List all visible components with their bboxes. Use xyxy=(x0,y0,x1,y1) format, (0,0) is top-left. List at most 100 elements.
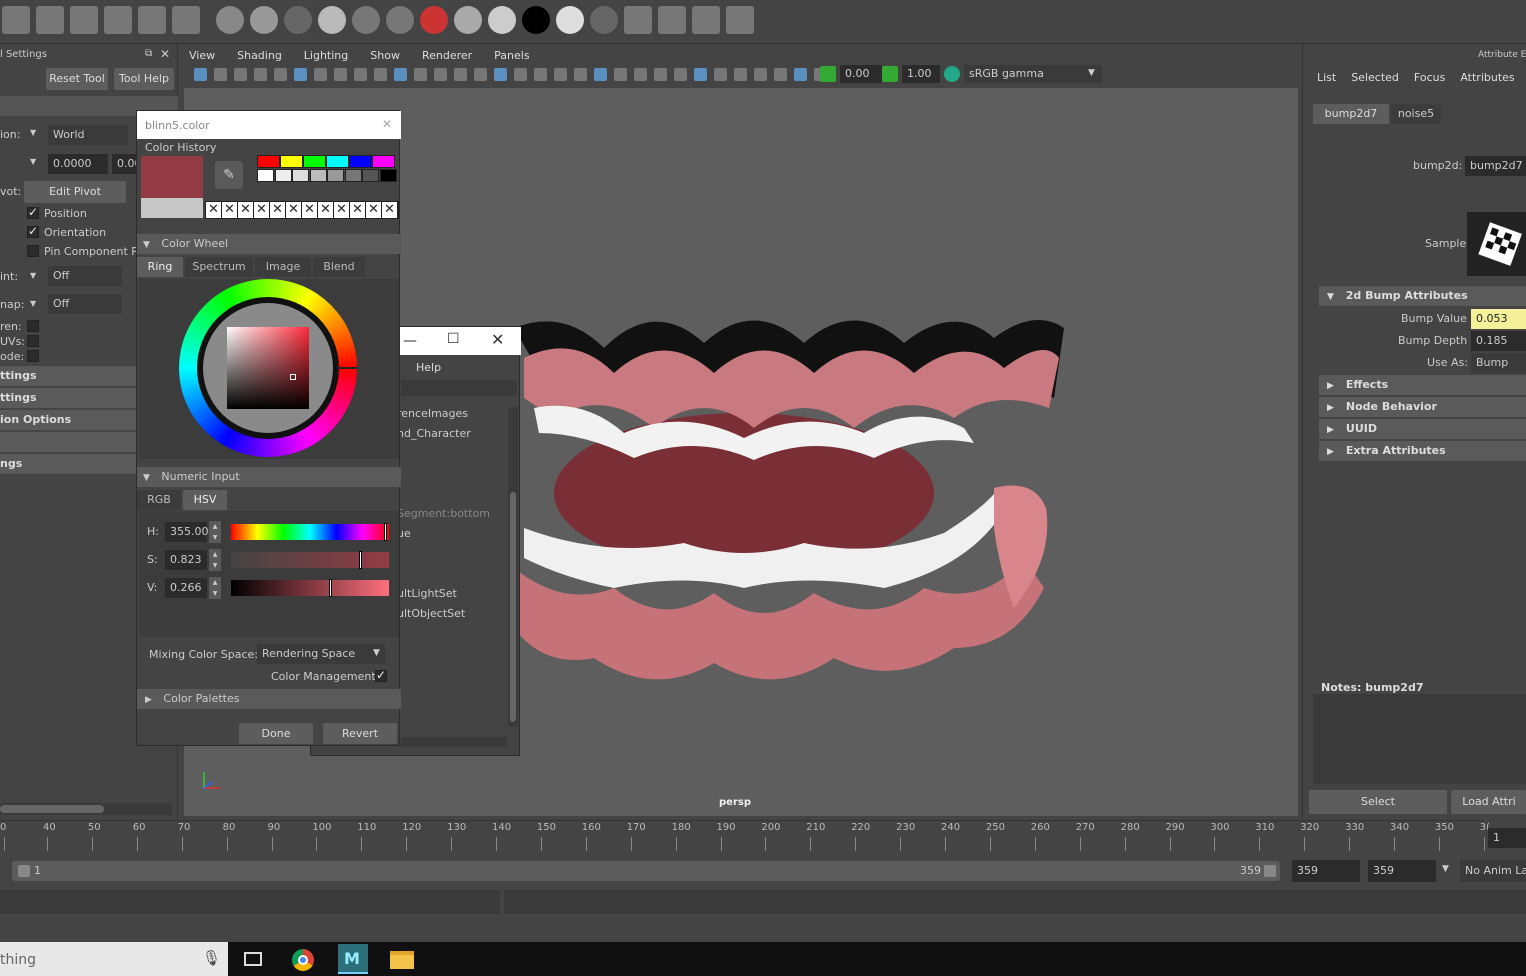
render-icon[interactable] xyxy=(658,6,686,34)
empty-slot-icon[interactable]: ✕ xyxy=(382,202,398,218)
color-space-select[interactable]: sRGB gamma xyxy=(964,65,1102,83)
rotate-icon[interactable] xyxy=(138,6,166,34)
tab-blend[interactable]: Blend xyxy=(313,257,365,277)
tab-hsv[interactable]: HSV xyxy=(183,490,227,510)
viewport-tool-icon[interactable] xyxy=(214,68,227,81)
chrome-icon[interactable] xyxy=(292,949,314,971)
outliner-item[interactable]: Segment:bottom xyxy=(397,507,490,520)
empty-slot-icon[interactable]: ✕ xyxy=(222,202,238,218)
section-effects[interactable]: ▶ Effects xyxy=(1319,375,1526,395)
int-select[interactable]: Off xyxy=(48,266,122,286)
viewport-tool-icon[interactable] xyxy=(734,68,747,81)
sv-square[interactable] xyxy=(227,327,309,409)
select-button[interactable]: Select xyxy=(1309,790,1447,814)
viewport-tool-icon[interactable] xyxy=(794,68,807,81)
numeric-input-header[interactable]: ▼ Numeric Input xyxy=(137,467,401,487)
outliner-search[interactable] xyxy=(401,380,517,396)
spinner-icon[interactable]: ▲ ▼ xyxy=(209,521,221,543)
tool-help-button[interactable]: Tool Help xyxy=(114,68,174,90)
attr-menu-item[interactable]: Attributes xyxy=(1460,71,1514,84)
notes-field[interactable] xyxy=(1313,694,1526,784)
settings-section-2[interactable]: ttings xyxy=(0,388,136,408)
scale-icon[interactable] xyxy=(172,6,200,34)
pin-component-checkbox[interactable] xyxy=(27,245,39,257)
spinner-icon[interactable]: ▲ ▼ xyxy=(209,577,221,599)
history-swatch[interactable] xyxy=(274,169,292,182)
menu-panels[interactable]: Panels xyxy=(494,49,529,62)
empty-history-slots[interactable]: ✕ ✕ ✕ ✕ ✕ ✕ ✕ ✕ ✕ ✕ ✕ ✕ xyxy=(205,201,399,219)
exposure-icon[interactable] xyxy=(820,66,836,82)
viewport-tool-icon[interactable] xyxy=(414,68,427,81)
attr-menu-item[interactable]: Selected xyxy=(1351,71,1399,84)
orientation-select[interactable]: World xyxy=(48,125,128,145)
material-ball-icon[interactable] xyxy=(420,6,448,34)
viewport-tool-icon[interactable] xyxy=(254,68,267,81)
tab-ring[interactable]: Ring xyxy=(137,257,183,277)
viewport-tool-icon[interactable] xyxy=(474,68,487,81)
range-handle-left[interactable] xyxy=(18,865,30,877)
edit-pivot-button[interactable]: Edit Pivot xyxy=(24,181,126,203)
texture-icon[interactable] xyxy=(454,6,482,34)
color-history-swatches[interactable] xyxy=(257,155,397,183)
history-swatch[interactable] xyxy=(326,155,349,168)
outliner-item[interactable]: renceImages xyxy=(397,407,468,420)
bump-depth-field[interactable]: 0.185 xyxy=(1471,331,1526,351)
viewport-tool-icon[interactable] xyxy=(314,68,327,81)
s-slider-handle[interactable] xyxy=(358,551,362,569)
select-tool-icon[interactable] xyxy=(2,6,30,34)
viewport-tool-icon[interactable] xyxy=(574,68,587,81)
mixing-select[interactable]: Rendering Space xyxy=(257,644,385,664)
section-extra-attributes[interactable]: ▶ Extra Attributes xyxy=(1319,441,1526,461)
paint-select-icon[interactable] xyxy=(70,6,98,34)
cylinder-icon[interactable] xyxy=(284,6,312,34)
float-icon[interactable]: ⧉ xyxy=(145,48,152,59)
microphone-icon[interactable]: 🎙 xyxy=(202,949,221,967)
command-line[interactable] xyxy=(0,890,500,914)
viewport-tool-icon[interactable] xyxy=(234,68,247,81)
anim-layer-select[interactable]: No Anim Lay xyxy=(1460,860,1526,882)
color-management-icon[interactable] xyxy=(944,66,960,82)
position-checkbox[interactable] xyxy=(27,205,39,219)
menu-show[interactable]: Show xyxy=(370,49,400,62)
h-slider[interactable] xyxy=(231,524,389,540)
outliner-help-menu[interactable]: Help xyxy=(416,361,441,374)
dropdown-arrow-icon[interactable]: ▼ xyxy=(1442,864,1449,874)
section-uuid[interactable]: ▶ UUID xyxy=(1319,419,1526,439)
move-icon[interactable] xyxy=(104,6,132,34)
hypershade-icon[interactable] xyxy=(624,6,652,34)
snap-select[interactable]: Off xyxy=(48,294,122,314)
torus-icon[interactable] xyxy=(352,6,380,34)
viewport-tool-icon[interactable] xyxy=(654,68,667,81)
reset-tool-button[interactable]: Reset Tool xyxy=(46,68,108,90)
viewport-tool-icon[interactable] xyxy=(774,68,787,81)
viewport-tool-icon[interactable] xyxy=(714,68,727,81)
vertical-scrollbar[interactable] xyxy=(508,407,518,727)
viewport-tool-icon[interactable] xyxy=(334,68,347,81)
empty-slot-icon[interactable]: ✕ xyxy=(302,202,318,218)
exposure-field[interactable]: 0.00 xyxy=(840,65,882,83)
black-sphere-icon[interactable] xyxy=(522,6,550,34)
task-view-icon[interactable] xyxy=(244,952,262,966)
timeline[interactable]: 0 40 50 60 70 80 90 100 110 120 130 140 150 160 170 180… xyxy=(0,820,1490,852)
grey-sphere-icon[interactable] xyxy=(556,6,584,34)
empty-slot-icon[interactable]: ✕ xyxy=(366,202,382,218)
viewport-tool-icon[interactable] xyxy=(434,68,447,81)
outliner-item[interactable]: ultObjectSet xyxy=(397,607,465,620)
viewport-tool-icon[interactable] xyxy=(514,68,527,81)
outliner-item[interactable]: ultLightSet xyxy=(397,587,457,600)
settings-section-1[interactable]: ttings xyxy=(0,366,136,386)
orientation-checkbox[interactable] xyxy=(27,224,39,238)
gamma-field[interactable]: 1.00 xyxy=(902,65,940,83)
menu-lighting[interactable]: Lighting xyxy=(304,49,348,62)
done-button[interactable]: Done xyxy=(239,723,313,744)
lasso-icon[interactable] xyxy=(36,6,64,34)
viewport-tool-icon[interactable] xyxy=(454,68,467,81)
history-swatch[interactable] xyxy=(257,155,280,168)
viewport-tool-icon[interactable] xyxy=(614,68,627,81)
eyedropper-icon[interactable]: ✎ xyxy=(215,161,243,189)
horizontal-scrollbar[interactable] xyxy=(0,803,172,815)
empty-slot-icon[interactable]: ✕ xyxy=(318,202,334,218)
v-slider-handle[interactable] xyxy=(328,579,332,597)
end-frame-field[interactable]: 359 xyxy=(1292,860,1360,882)
attr-tab-noise5[interactable]: noise5 xyxy=(1391,104,1441,124)
